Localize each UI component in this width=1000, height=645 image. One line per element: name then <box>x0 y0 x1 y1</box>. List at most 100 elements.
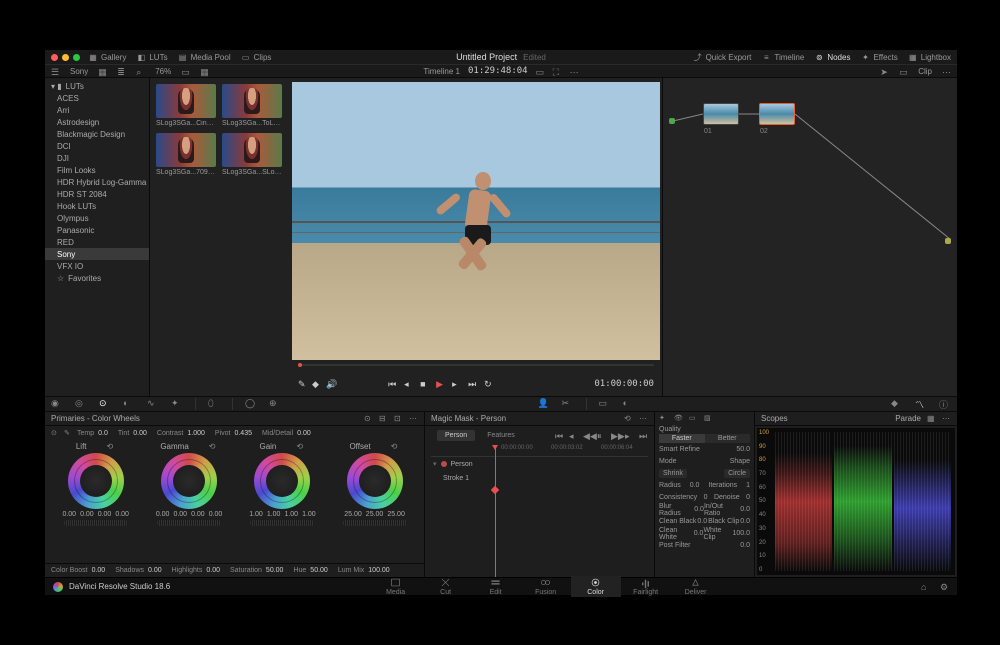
mask-reset-icon[interactable]: ⟲ <box>624 414 633 423</box>
white-clip-value[interactable]: 100.0 <box>732 530 750 537</box>
mask-next-icon[interactable]: ▸ <box>625 431 634 440</box>
tracker-icon[interactable]: ⊕ <box>269 398 281 410</box>
home-icon[interactable]: ⌂ <box>921 582 930 591</box>
first-frame-button[interactable]: ⏮ <box>388 379 398 389</box>
display-icon[interactable]: ▭ <box>181 67 190 76</box>
mask-track-back-icon[interactable]: ◀◀ <box>583 431 592 440</box>
play-button[interactable]: ▶ <box>436 379 446 389</box>
qual-wand-icon[interactable]: ✦ <box>659 414 668 423</box>
clip-menu[interactable]: Clip <box>918 67 932 76</box>
hue-value[interactable]: 50.00 <box>310 567 328 574</box>
iterations-value[interactable]: 1 <box>746 482 750 489</box>
lut-root-folder[interactable]: ▾ ▮LUTs <box>45 80 149 92</box>
list-view-icon[interactable]: ☰ <box>51 67 60 76</box>
lut-thumb-3[interactable]: SLog3SGa...SLog2-709 <box>222 133 282 176</box>
audio-icon[interactable]: 🔊 <box>326 379 336 389</box>
mask-playhead[interactable] <box>495 445 496 577</box>
blur-radius-value[interactable]: 0.0 <box>694 506 704 513</box>
scope-mode-dropdown[interactable]: Parade <box>895 414 921 423</box>
consistency-value[interactable]: 0 <box>704 494 708 501</box>
effects-toggle[interactable]: ✦Effects <box>860 52 897 62</box>
mask-opts-icon[interactable]: ⋯ <box>639 414 648 423</box>
page-cut[interactable]: Cut <box>421 576 471 597</box>
current-bin[interactable]: Sony <box>70 67 88 76</box>
last-frame-button[interactable]: ⏭ <box>468 379 478 389</box>
minimize-dot[interactable] <box>62 54 69 61</box>
radius-value[interactable]: 0.0 <box>690 482 700 489</box>
sidebar-item-vfx-io[interactable]: VFX IO <box>45 260 149 272</box>
qual-invert-icon[interactable]: ▭ <box>689 414 698 423</box>
mask-first-icon[interactable]: ⏮ <box>555 431 564 440</box>
gain-wheel[interactable] <box>254 453 310 509</box>
page-fairlight[interactable]: Fairlight <box>621 576 671 597</box>
key-icon[interactable]: ✂ <box>562 398 574 410</box>
inout-ratio-value[interactable]: 0.0 <box>740 506 750 513</box>
scrubber-playhead[interactable] <box>298 363 302 367</box>
mode-dropdown[interactable]: Shrink <box>659 469 687 478</box>
gamma-values[interactable]: 0.000.000.000.00 <box>156 511 223 518</box>
offset-reset-icon[interactable]: ⟲ <box>391 442 400 451</box>
stop-button[interactable]: ■ <box>420 379 430 389</box>
sizing-icon[interactable]: ▭ <box>599 398 611 410</box>
lut-thumb-1[interactable]: SLog3SGa...ToLC-709 <box>222 84 282 127</box>
lift-reset-icon[interactable]: ⟲ <box>107 442 116 451</box>
lummix-value[interactable]: 100.00 <box>368 567 389 574</box>
node-view-icon[interactable]: ▭ <box>899 67 908 76</box>
favorites-item[interactable]: ☆Favorites <box>45 272 149 284</box>
lut-thumb-2[interactable]: SLog3SGa...709TypeA <box>156 133 216 176</box>
pivot-value[interactable]: 0.435 <box>234 430 252 437</box>
curves-icon[interactable]: ∿ <box>147 398 159 410</box>
grid-toggle-icon[interactable]: ▦ <box>200 67 209 76</box>
sidebar-item-aces[interactable]: ACES <box>45 92 149 104</box>
list-icon[interactable]: ≣ <box>117 67 126 76</box>
gamma-wheel[interactable] <box>161 453 217 509</box>
viewer-mode-icon[interactable]: ▭ <box>536 67 545 76</box>
primaries-icon[interactable]: ⊙ <box>99 398 111 410</box>
viewer-timecode[interactable]: 01:00:00:00 <box>594 379 654 389</box>
lift-values[interactable]: 0.000.000.000.00 <box>62 511 129 518</box>
timeline-toggle[interactable]: ≡Timeline <box>761 52 804 62</box>
close-dot[interactable] <box>51 54 58 61</box>
expand-viewer-icon[interactable]: ⛶ <box>553 67 562 76</box>
search-icon[interactable]: ⌕ <box>136 67 145 76</box>
mask-timeline[interactable]: 00:00:00:00 00:00:03:02 00:00:06:04 ▾Per… <box>425 445 654 577</box>
node-graph[interactable]: 01 02 <box>662 78 957 396</box>
options-icon[interactable]: ⋯ <box>570 67 579 76</box>
clips-toggle[interactable]: ▭Clips <box>241 52 272 62</box>
parade-scope[interactable]: 1009080706050403020100 <box>757 428 955 575</box>
source-input-dot[interactable] <box>669 118 675 124</box>
denoise-value[interactable]: 0 <box>746 494 750 501</box>
node-02[interactable]: 02 <box>759 103 795 125</box>
black-clip-value[interactable]: 0.0 <box>740 518 750 525</box>
sidebar-item-dci[interactable]: DCI <box>45 140 149 152</box>
gain-reset-icon[interactable]: ⟲ <box>296 442 305 451</box>
saturation-value[interactable]: 50.00 <box>266 567 284 574</box>
wheels-mode-icon[interactable]: ⊙ <box>364 414 373 423</box>
sidebar-item-astrodesign[interactable]: Astrodesign <box>45 116 149 128</box>
lut-thumb-0[interactable]: SLog3SGa...Cine+709 <box>156 84 216 127</box>
middetail-value[interactable]: 0.00 <box>297 430 311 437</box>
output-dot[interactable] <box>945 238 951 244</box>
viewer-canvas[interactable] <box>292 82 660 360</box>
lift-jog[interactable] <box>64 520 128 526</box>
page-edit[interactable]: Edit <box>471 576 521 597</box>
eyedropper-icon[interactable]: ✎ <box>298 379 308 389</box>
gallery-toggle[interactable]: ▦Gallery <box>88 52 126 62</box>
scopes-icon[interactable]: 〽 <box>915 398 927 410</box>
pointer-icon[interactable]: ➤ <box>880 67 889 76</box>
warper-icon[interactable]: ✦ <box>171 398 183 410</box>
quality-segmented[interactable]: Faster Better <box>659 434 750 443</box>
hdr-icon[interactable]: ◐ <box>123 398 135 410</box>
loop-button[interactable]: ↻ <box>484 379 494 389</box>
sidebar-item-panasonic[interactable]: Panasonic <box>45 224 149 236</box>
scope-opts-icon[interactable]: ⋯ <box>942 414 951 423</box>
gain-values[interactable]: 1.001.001.001.00 <box>249 511 316 518</box>
nodes-toggle[interactable]: ⊚Nodes <box>814 52 850 62</box>
media-pool-toggle[interactable]: ▤Media Pool <box>178 52 231 62</box>
sidebar-item-film-looks[interactable]: Film Looks <box>45 164 149 176</box>
faster-option[interactable]: Faster <box>659 434 705 443</box>
panel-opts-icon[interactable]: ⋯ <box>409 414 418 423</box>
sidebar-item-red[interactable]: RED <box>45 236 149 248</box>
gamma-reset-icon[interactable]: ⟲ <box>209 442 218 451</box>
qualifier-icon[interactable]: ⬯ <box>208 398 220 410</box>
